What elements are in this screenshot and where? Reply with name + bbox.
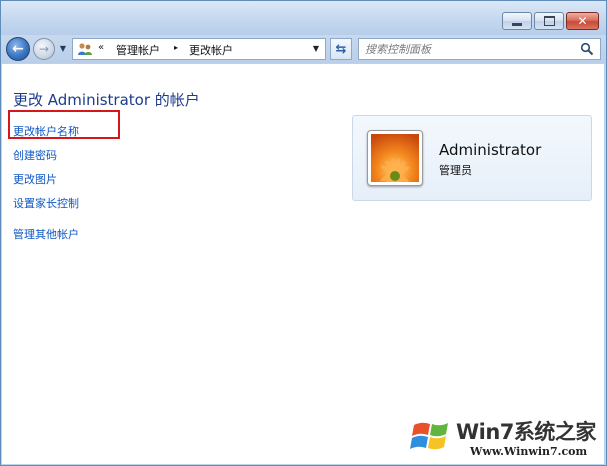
main-content: 更改 Administrator 的帐户 更改帐户名称 创建密码 更改图片 设置… [2, 64, 604, 464]
breadcrumb-overflow[interactable]: « [98, 42, 104, 53]
back-arrow-icon: ← [12, 41, 24, 57]
flower-avatar-icon [371, 134, 419, 182]
maximize-icon [543, 16, 555, 26]
watermark-url: Www.Winwin7.com [470, 445, 588, 458]
account-role: 管理员 [439, 164, 472, 177]
page-title: 更改 Administrator 的帐户 [13, 91, 200, 109]
account-name: Administrator [439, 141, 542, 159]
chevron-down-icon: ▼ [59, 44, 67, 53]
refresh-icon: ⇆ [335, 41, 347, 57]
change-picture-link[interactable]: 更改图片 [13, 171, 57, 187]
forward-arrow-icon: → [38, 42, 50, 56]
breadcrumb-separator[interactable]: ▸ [174, 43, 178, 52]
windows-logo-icon [410, 422, 448, 450]
maximize-button[interactable] [534, 12, 564, 30]
site-watermark: Win7系统之家 Www.Winwin7.com [406, 411, 606, 465]
parental-controls-link[interactable]: 设置家长控制 [13, 195, 79, 211]
user-accounts-icon [78, 43, 92, 55]
change-account-name-link[interactable]: 更改帐户名称 [13, 123, 79, 139]
title-bar: ✕ [1, 1, 606, 35]
create-password-link[interactable]: 创建密码 [13, 147, 57, 163]
recent-pages-dropdown[interactable]: ▼ [58, 43, 68, 55]
manage-other-accounts-link[interactable]: 管理其他帐户 [13, 226, 79, 242]
address-dropdown-icon[interactable]: ▼ [313, 44, 319, 53]
minimize-icon [512, 22, 522, 26]
account-card: Administrator 管理员 [352, 115, 592, 201]
close-button[interactable]: ✕ [566, 12, 599, 30]
forward-button[interactable]: → [33, 38, 55, 60]
search-input[interactable] [365, 41, 570, 57]
close-icon: ✕ [577, 14, 588, 28]
search-box[interactable] [358, 38, 601, 60]
watermark-logo-text: Win7系统之家 [456, 420, 596, 444]
refresh-button[interactable]: ⇆ [330, 38, 352, 60]
avatar [367, 130, 423, 186]
breadcrumb-manage-accounts[interactable]: 管理帐户 [116, 42, 160, 58]
address-bar[interactable]: « 管理帐户 ▸ 更改帐户 ▼ [72, 38, 326, 60]
breadcrumb-change-account[interactable]: 更改帐户 [189, 42, 233, 58]
back-button[interactable]: ← [6, 37, 30, 61]
search-icon[interactable] [580, 42, 594, 56]
minimize-button[interactable] [502, 12, 532, 30]
control-panel-window: ✕ ← → ▼ « 管理帐户 ▸ 更改帐户 ▼ ⇆ 更改 Administ [0, 0, 607, 466]
